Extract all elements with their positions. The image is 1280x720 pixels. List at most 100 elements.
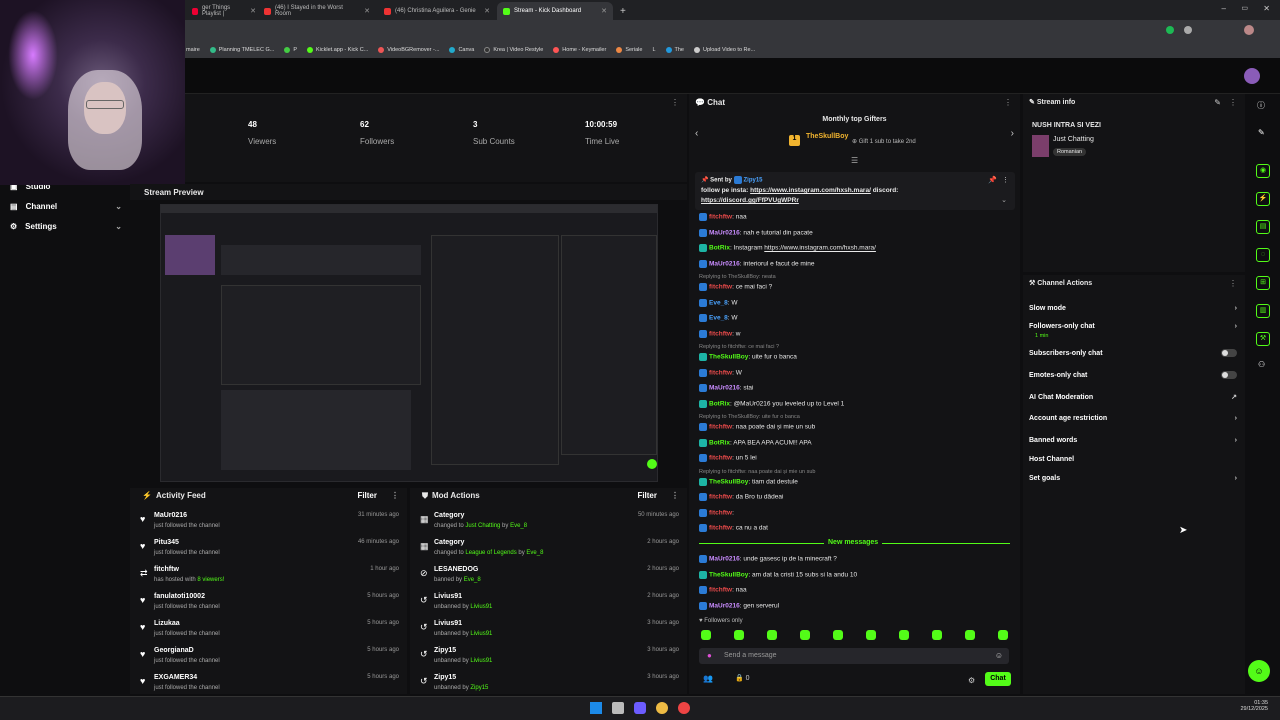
bookmark[interactable]: Krea | Video Restyle <box>484 47 543 53</box>
chat-username[interactable]: MaUr0216 <box>709 229 740 236</box>
bookmark[interactable]: P <box>284 47 297 53</box>
activity-username[interactable]: fitchftw <box>154 566 179 573</box>
activity-username[interactable]: EXGAMER34 <box>154 674 197 681</box>
gear-icon[interactable]: ⚙ <box>968 676 975 685</box>
close-tab-icon[interactable]: ✕ <box>484 7 490 15</box>
chat-input[interactable]: ● Send a message ☺ <box>699 648 1009 664</box>
chat-username[interactable]: MaUr0216 <box>709 385 740 392</box>
emote-icon[interactable] <box>833 630 843 640</box>
chat-username[interactable]: BotRix <box>709 439 730 446</box>
address-bar[interactable] <box>0 20 1280 42</box>
chat-message[interactable]: BotRix: APA BEA APA ACUM!! APA <box>699 438 1010 447</box>
emote-icon[interactable] <box>800 630 810 640</box>
chat-username[interactable]: fitchftw <box>709 455 732 462</box>
more-options-icon[interactable]: ⋮ <box>1004 98 1012 107</box>
chat-message[interactable]: Eve_8: W <box>699 314 1010 322</box>
chat-username[interactable]: TheSkullBoy <box>709 478 748 485</box>
more-options-icon[interactable]: ⋮ <box>1229 279 1237 288</box>
chrome-icon[interactable] <box>656 702 668 714</box>
chat-username[interactable]: BotRix <box>709 400 730 407</box>
expand-icon[interactable]: ☰ <box>851 156 858 165</box>
chat-username[interactable]: fitchftw <box>709 424 732 431</box>
chat-message[interactable]: MaUr0216: interiorul e facut de mine <box>699 259 1010 268</box>
help-chat-icon[interactable]: ☺ <box>1248 660 1270 682</box>
mod-action-target[interactable]: Category <box>434 512 464 519</box>
chat-message[interactable]: TheSkullBoy: am dat la cristi 15 subs si… <box>699 570 1010 579</box>
camera-icon[interactable]: ◉ <box>1256 164 1270 178</box>
send-chat-button[interactable]: Chat <box>985 672 1011 686</box>
activity-username[interactable]: Pitu345 <box>154 539 179 546</box>
activity-username[interactable]: Lizukaa <box>154 620 180 627</box>
microphone-icon[interactable]: ● <box>707 651 712 660</box>
top-gifter-name[interactable]: TheSkullBoy <box>806 133 848 140</box>
app-icon[interactable] <box>634 702 646 714</box>
chat-message[interactable]: BotRix: @MaUr0216 you leveled up to Leve… <box>699 399 1010 408</box>
chat-message[interactable]: TheSkullBoy: uite fur o banca <box>699 353 1010 361</box>
emote-icon[interactable] <box>866 630 876 640</box>
chat-username[interactable]: Eve_8 <box>709 299 728 306</box>
sidebar-item-channel[interactable]: ▤ Channel ⌄ <box>10 202 122 211</box>
chat-message[interactable]: MaUr0216: stai <box>699 384 1010 392</box>
chat-username[interactable]: Eve_8 <box>709 315 728 322</box>
chat-username[interactable]: MaUr0216 <box>709 260 740 267</box>
bookmark[interactable]: maire <box>186 47 200 53</box>
chevron-left-icon[interactable]: ‹ <box>695 128 698 139</box>
chat-message[interactable]: fitchftw: naa <box>699 213 1010 221</box>
wrench-icon[interactable]: ⚒ <box>1256 332 1270 346</box>
banned-words-row[interactable]: Banned words › <box>1029 437 1237 444</box>
bookmark[interactable]: Canva <box>449 47 474 53</box>
chat-message[interactable]: fitchftw: <box>699 508 1010 517</box>
mod-action-moderator[interactable]: Eve_8 <box>526 550 543 556</box>
chat-username[interactable]: BotRix <box>709 245 730 252</box>
ai-moderation-row[interactable]: AI Chat Moderation ↗ <box>1029 393 1237 402</box>
emote-icon[interactable] <box>965 630 975 640</box>
subscribers-only-toggle[interactable] <box>1221 349 1237 357</box>
host-channel-row[interactable]: Host Channel <box>1029 456 1237 463</box>
more-options-icon[interactable]: ⋮ <box>671 491 679 500</box>
close-tab-icon[interactable]: ✕ <box>364 7 370 15</box>
pinned-link[interactable]: https://discord.gg/FfPVUgWPRr <box>701 197 799 204</box>
browser-tab[interactable]: (46) Christina Aguilera - Genie ✕ <box>378 2 496 20</box>
close-tab-icon[interactable]: ✕ <box>250 7 256 15</box>
user-avatar[interactable] <box>1244 68 1260 84</box>
chat-message[interactable]: fitchftw: un 5 lei <box>699 454 1010 462</box>
emote-icon[interactable] <box>767 630 777 640</box>
chat-message[interactable]: fitchftw: naa <box>699 586 1010 594</box>
chat-username[interactable]: TheSkullBoy <box>709 571 748 578</box>
queue-counter[interactable]: 🔒 0 <box>735 674 750 682</box>
emote-icon[interactable] <box>701 630 711 640</box>
windows-start-icon[interactable] <box>590 702 602 714</box>
chat-message[interactable]: Eve_8: W <box>699 298 1010 307</box>
close-tab-icon[interactable]: ✕ <box>601 7 607 15</box>
bookmark[interactable]: Seriale <box>616 47 642 53</box>
bookmark[interactable]: Upload Video to Re... <box>693 47 755 53</box>
chevron-right-icon[interactable]: › <box>1011 128 1014 139</box>
chat-username[interactable]: MaUr0216 <box>709 556 740 563</box>
chat-message[interactable]: MaUr0216: nah e tutorial din pacate <box>699 228 1010 237</box>
activity-username[interactable]: MaUr0216 <box>154 512 187 519</box>
chat-message[interactable]: MaUr0216: unde gasesc ip de la minecraft… <box>699 555 1010 563</box>
chat-username[interactable]: fitchftw <box>709 587 732 594</box>
mod-action-highlight[interactable]: Eve_8 <box>464 577 481 583</box>
more-options-icon[interactable]: ⋮ <box>1002 176 1009 184</box>
mod-action-target[interactable]: Zipy15 <box>434 674 456 681</box>
browser-tab[interactable]: ger Things Playlist | ✕ <box>186 2 262 20</box>
chevron-down-icon[interactable]: ⌄ <box>1001 196 1007 204</box>
app-icon[interactable] <box>678 702 690 714</box>
set-goals-row[interactable]: Set goals › <box>1029 475 1237 482</box>
bookmark[interactable]: L <box>652 47 655 53</box>
extension-icon[interactable] <box>1166 26 1174 34</box>
chat-message[interactable]: TheSkullBoy: tiam dat destule <box>699 477 1010 486</box>
minimize-icon[interactable]: – <box>1222 4 1226 13</box>
emote-icon[interactable] <box>932 630 942 640</box>
mod-action-target[interactable]: Livius91 <box>434 593 462 600</box>
mod-action-moderator[interactable]: Eve_8 <box>510 523 527 529</box>
users-icon[interactable]: 👥 <box>703 674 713 683</box>
emote-icon[interactable] <box>998 630 1008 640</box>
edit-icon[interactable]: ✎ <box>1214 98 1221 107</box>
emote-icon[interactable] <box>899 630 909 640</box>
sidebar-item-settings[interactable]: ⚙ Settings ⌄ <box>10 222 122 231</box>
mod-action-target[interactable]: Zipy15 <box>434 647 456 654</box>
chat-username[interactable]: MaUr0216 <box>709 602 740 609</box>
chat-link[interactable]: https://www.instagram.com/hxsh.mara/ <box>764 245 876 252</box>
